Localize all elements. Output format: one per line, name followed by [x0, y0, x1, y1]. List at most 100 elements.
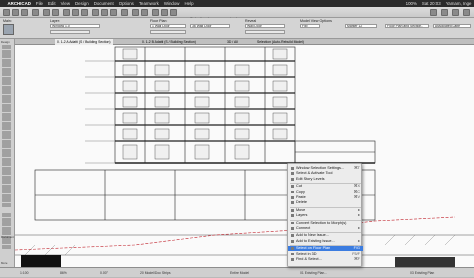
layer-sub-field[interactable]	[50, 30, 90, 34]
pen-tool-icon[interactable]	[2, 244, 11, 249]
grid-snap-icon[interactable]	[63, 9, 70, 16]
menu-teamwork[interactable]: Teamwork	[136, 0, 161, 7]
menu-design[interactable]: Design	[73, 0, 92, 7]
context-menu-item[interactable]: Select on Floor Plan F/G	[288, 246, 363, 251]
menu-window[interactable]: Window	[161, 0, 182, 7]
context-menu-item[interactable]: Connect ▸	[288, 226, 363, 231]
reveal-sub-field[interactable]	[245, 30, 285, 34]
worksheet-tool-icon[interactable]	[2, 198, 11, 202]
polyline-tool-icon[interactable]	[2, 139, 11, 144]
drawing-canvas[interactable]	[15, 45, 474, 267]
menu-file[interactable]: File	[33, 0, 45, 7]
context-menu-item[interactable]: Add to New Issue...	[288, 233, 363, 238]
change-tool-icon[interactable]	[2, 213, 11, 217]
fit-in-window-icon[interactable]	[170, 9, 177, 16]
arrow-tool-icon[interactable]	[2, 45, 11, 49]
guide-lines-icon[interactable]	[81, 9, 88, 16]
label-tool-icon[interactable]	[2, 162, 11, 166]
context-menu-item[interactable]: Find & Select... ⌘F	[288, 257, 363, 262]
zoom-icon[interactable]	[152, 9, 159, 16]
context-menu-item[interactable]: Move ▸	[288, 208, 363, 213]
section-view-icon[interactable]	[101, 9, 108, 16]
hotspot-tool-icon[interactable]	[2, 153, 11, 157]
menu-view[interactable]: View	[58, 0, 72, 7]
app-menu[interactable]: ARCHICAD	[5, 0, 33, 7]
ruler-icon[interactable]	[72, 9, 79, 16]
arrow-tool-icon[interactable]	[132, 9, 139, 16]
zone-tool-icon[interactable]	[2, 126, 11, 130]
save-icon[interactable]	[21, 9, 28, 16]
user-name[interactable]: Yamam, Inge	[443, 0, 474, 7]
spline-tool-icon[interactable]	[2, 148, 11, 153]
open-file-icon[interactable]	[12, 9, 19, 16]
organizer-icon[interactable]	[452, 9, 459, 16]
slab-tool-icon[interactable]	[2, 67, 11, 72]
marquee-tool-icon[interactable]	[2, 49, 11, 54]
context-menu-item[interactable]: Window Selection Settings... ⌘T	[288, 166, 363, 171]
drawing-tool-icon[interactable]	[2, 222, 11, 226]
angle-dimension-tool-icon[interactable]	[2, 180, 11, 184]
radial-dimension-tool-icon[interactable]	[2, 175, 11, 180]
marquee-tool-icon[interactable]	[141, 9, 148, 16]
railing-tool-icon[interactable]	[2, 99, 11, 103]
camera-tool-icon[interactable]	[2, 226, 11, 231]
level-dimension-tool-icon[interactable]	[2, 171, 11, 175]
figure-tool-icon[interactable]	[2, 217, 11, 222]
fill-tool-icon[interactable]	[2, 144, 11, 148]
skylight-tool-icon[interactable]	[2, 81, 11, 85]
layout-book-icon[interactable]	[121, 9, 128, 16]
context-menu-item[interactable]: Convert Selection to Morph(s)	[288, 221, 363, 226]
context-menu-item[interactable]: Select & Activate Tool	[288, 171, 363, 176]
context-menu-item[interactable]: Add to Existing Issue... ▸	[288, 239, 363, 244]
label-field[interactable]: Associated Labe	[433, 24, 471, 28]
navigator-icon[interactable]	[441, 9, 448, 16]
beam-tool-icon[interactable]	[2, 63, 11, 67]
window-tool-icon[interactable]	[2, 112, 11, 117]
shell-tool-icon[interactable]	[2, 76, 11, 81]
floor-plan-view-icon[interactable]	[92, 9, 99, 16]
elevation-tool-icon[interactable]	[2, 189, 11, 193]
column-tool-icon[interactable]	[2, 58, 11, 63]
sidebar-icon[interactable]	[463, 9, 470, 16]
dims-field[interactable]: 36 Wall Door	[190, 24, 230, 28]
marker-select[interactable]: Marker 12	[345, 24, 377, 28]
curtain-wall-tool-icon[interactable]	[2, 103, 11, 108]
context-menu-item[interactable]: Cut ⌘X	[288, 184, 363, 189]
3d-view-icon[interactable]	[110, 9, 117, 16]
detail-tool-icon[interactable]	[2, 202, 11, 207]
window-tool-icon[interactable]	[3, 24, 14, 35]
dimension-tool-icon[interactable]	[2, 166, 11, 171]
stair-tool-icon[interactable]	[2, 94, 11, 99]
menu-help[interactable]: Help	[182, 0, 196, 7]
line-tool-icon[interactable]	[2, 130, 11, 135]
anchor-field[interactable]: Wall Door	[245, 24, 285, 28]
menu-document[interactable]: Document	[91, 0, 116, 7]
pan-icon[interactable]	[161, 9, 168, 16]
arc-tool-icon[interactable]	[2, 135, 11, 139]
context-menu-item[interactable]: Layers ▸	[288, 213, 363, 218]
context-menu-item[interactable]: Select in 3D F5/F	[288, 252, 363, 257]
circle-tool-icon[interactable]	[2, 240, 11, 244]
print-icon[interactable]	[32, 9, 39, 16]
undo-icon[interactable]	[43, 9, 50, 16]
roof-tool-icon[interactable]	[2, 72, 11, 76]
flp-section-field[interactable]: Floor Plan and Section..	[385, 24, 429, 28]
new-file-icon[interactable]	[3, 9, 10, 16]
door-tool-icon[interactable]	[2, 108, 11, 112]
redo-icon[interactable]	[52, 9, 59, 16]
menu-edit[interactable]: Edit	[46, 0, 59, 7]
interior-elevation-tool-icon[interactable]	[2, 193, 11, 198]
wall-tool-icon[interactable]	[2, 54, 11, 58]
lamp-tool-icon[interactable]	[2, 121, 11, 126]
menu-options[interactable]: Options	[116, 0, 136, 7]
text-tool-icon[interactable]	[2, 157, 11, 162]
flip-field[interactable]: Flip	[300, 24, 320, 28]
context-menu-item[interactable]: Copy ⌘C	[288, 190, 363, 195]
layer-select[interactable]: Window 1.0	[50, 24, 100, 28]
context-menu-item[interactable]: Paste ⌘V	[288, 195, 363, 200]
floor-select[interactable]: 1 Wall Door	[150, 24, 186, 28]
floor-sub-field[interactable]	[150, 30, 186, 34]
morph-tool-icon[interactable]	[2, 90, 11, 94]
section-tool-icon[interactable]	[2, 184, 11, 189]
teamwork-icon[interactable]	[430, 9, 437, 16]
